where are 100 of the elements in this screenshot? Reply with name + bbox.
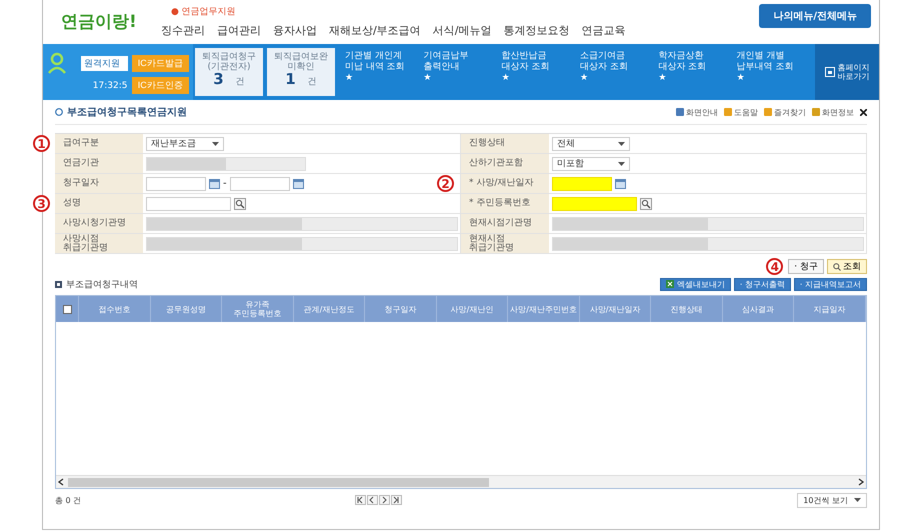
field-label: 청구일자 <box>55 174 143 193</box>
dropdown-field[interactable]: 재난부조금 <box>146 136 224 150</box>
nav-menu-item[interactable]: 통계정보요청 <box>503 23 570 38</box>
homepage-link[interactable]: 홈페이지 바로가기 <box>815 44 879 100</box>
dropdown-caret-icon[interactable] <box>618 162 625 166</box>
field-label: 연금기관 <box>55 154 143 173</box>
page-tool-link[interactable]: 즐겨찾기 <box>764 106 806 118</box>
column-header[interactable]: 유가족 주민등록번호 <box>222 296 294 322</box>
search-icon[interactable] <box>234 198 246 210</box>
tool-icon <box>676 108 684 116</box>
star-icon: ★ <box>423 73 502 84</box>
list-bullet-icon <box>55 280 62 288</box>
nav-menu-item[interactable]: 융자사업 <box>273 23 317 38</box>
counter-value: 3 <box>213 74 224 84</box>
field-label: * 사망/재난일자 <box>461 174 549 193</box>
tool-icon <box>764 108 772 116</box>
nav-menu-item[interactable]: 징수관리 <box>161 23 205 38</box>
counter-unit: 건 <box>308 77 317 87</box>
claim-button[interactable]: · 청구 <box>788 259 824 274</box>
date-input-field[interactable] <box>146 176 206 190</box>
all-menu-button[interactable]: 나의메뉴/전체메뉴 <box>759 4 871 28</box>
quick-link[interactable]: 학자금상환 대상자 조회 <box>658 51 737 73</box>
quick-link[interactable]: 기관별 개인계 미납 내역 조회 <box>345 51 424 73</box>
app-logo[interactable]: 연금이랑! <box>43 0 161 44</box>
star-icon: ★ <box>345 73 424 84</box>
dropdown-caret-icon[interactable] <box>212 142 219 146</box>
column-header[interactable]: 공무원성명 <box>150 296 222 322</box>
counter-label: 퇴직급여보완 미확인 <box>274 52 328 72</box>
column-header[interactable]: 지급일자 <box>794 296 866 322</box>
excel-export-button[interactable]: 엑셀내보내기 <box>660 278 731 290</box>
field-label: 사망시청기관명 <box>55 214 143 233</box>
date-input-field[interactable] <box>552 176 612 190</box>
print-button[interactable]: · 지급내역보고서 <box>794 278 867 290</box>
session-time: 17:32:5 <box>92 80 128 90</box>
role-label: 원격지원 <box>81 56 128 70</box>
previous-page-icon[interactable] <box>367 495 378 505</box>
close-icon[interactable] <box>860 108 867 116</box>
step-number-marker: 4 <box>766 258 784 275</box>
last-page-icon[interactable] <box>391 495 402 505</box>
date-input-field[interactable] <box>230 176 290 190</box>
print-button[interactable]: · 청구서출력 <box>734 278 791 290</box>
page-tool-link[interactable]: 도움말 <box>724 106 758 118</box>
tool-icon <box>812 108 820 116</box>
quick-link[interactable]: 합산반납금 대상자 조회 <box>502 51 580 73</box>
total-count: 총 0 건 <box>55 494 82 506</box>
notice-link[interactable]: ● 연금업무지원 <box>171 5 626 18</box>
search-button[interactable]: 조회 <box>827 259 867 274</box>
step-number-marker: 2 <box>437 175 454 192</box>
star-icon: ★ <box>658 73 737 84</box>
column-header[interactable]: 진행상태 <box>651 296 723 322</box>
dropdown-caret-icon[interactable] <box>854 498 861 502</box>
quick-link[interactable]: 개인별 개별 납부내역 조회 <box>736 51 815 73</box>
quick-link[interactable]: 소급기여금 대상자 조회 <box>580 51 658 73</box>
page-tool-link[interactable]: 화면정보 <box>812 106 854 118</box>
column-header[interactable]: 청구일자 <box>365 296 437 322</box>
step-number-marker: 1 <box>33 135 50 152</box>
range-separator: - <box>223 178 227 189</box>
nav-menu-item[interactable]: 급여관리 <box>217 23 261 38</box>
nav-menu-item[interactable]: 서식/메뉴얼 <box>432 23 492 38</box>
field-label: 성명 <box>55 194 143 213</box>
column-header[interactable]: 사망/재난일자 <box>580 296 652 322</box>
counter-tile[interactable]: 퇴직급여청구 (기관전자) 3 건 <box>195 48 263 96</box>
horizontal-scrollbar[interactable] <box>56 475 866 488</box>
text-input-field[interactable] <box>552 196 637 210</box>
page-tool-link[interactable]: 화면안내 <box>676 106 718 118</box>
step-number-marker: 3 <box>33 195 50 212</box>
first-page-icon[interactable] <box>355 495 366 505</box>
field-label: 사망시점 취급기관명 <box>55 234 143 253</box>
counter-unit: 건 <box>236 77 245 87</box>
field-label: 현재시점 취급기관명 <box>461 234 549 253</box>
grid-title: 부조급여청구내역 <box>66 278 138 290</box>
column-header[interactable]: 접수번호 <box>79 296 151 322</box>
nav-menu-item[interactable]: 재해보상/부조급여 <box>329 23 421 38</box>
field-label: * 주민등록번호 <box>461 194 549 213</box>
search-icon[interactable] <box>640 198 652 210</box>
field-label: 급여구분 <box>55 134 143 153</box>
text-input-field[interactable] <box>146 196 231 210</box>
search-icon <box>833 262 841 270</box>
title-bullet-icon <box>55 108 63 116</box>
calendar-icon[interactable] <box>615 178 626 189</box>
field-label: 현재시점기관명 <box>461 214 549 233</box>
select-all-checkbox[interactable] <box>62 304 72 314</box>
column-header[interactable]: 관계/재난정도 <box>294 296 366 322</box>
star-icon: ★ <box>580 73 658 84</box>
nav-menu-item[interactable]: 연금교육 <box>581 23 626 38</box>
homepage-link-text: 홈페이지 바로가기 <box>838 63 870 81</box>
calendar-icon[interactable] <box>292 178 304 189</box>
column-header[interactable]: 심사결과 <box>722 296 794 322</box>
field-label: 진행상태 <box>461 134 549 153</box>
next-page-icon[interactable] <box>379 495 390 505</box>
dropdown-field[interactable]: 전체 <box>552 136 630 150</box>
dropdown-field[interactable]: 미포함 <box>552 156 630 170</box>
star-icon: ★ <box>502 73 580 84</box>
page-size-dropdown[interactable]: 10건씩 보기 <box>797 492 867 508</box>
counter-tile[interactable]: 퇴직급여보완 미확인 1 건 <box>267 48 335 96</box>
column-header[interactable]: 사망/재난주민번호 <box>508 296 580 322</box>
calendar-icon[interactable] <box>209 178 220 189</box>
dropdown-caret-icon[interactable] <box>618 142 625 146</box>
column-header[interactable]: 사망/재난인 <box>436 296 508 322</box>
quick-link[interactable]: 기여금납부 출력안내 <box>423 51 502 73</box>
